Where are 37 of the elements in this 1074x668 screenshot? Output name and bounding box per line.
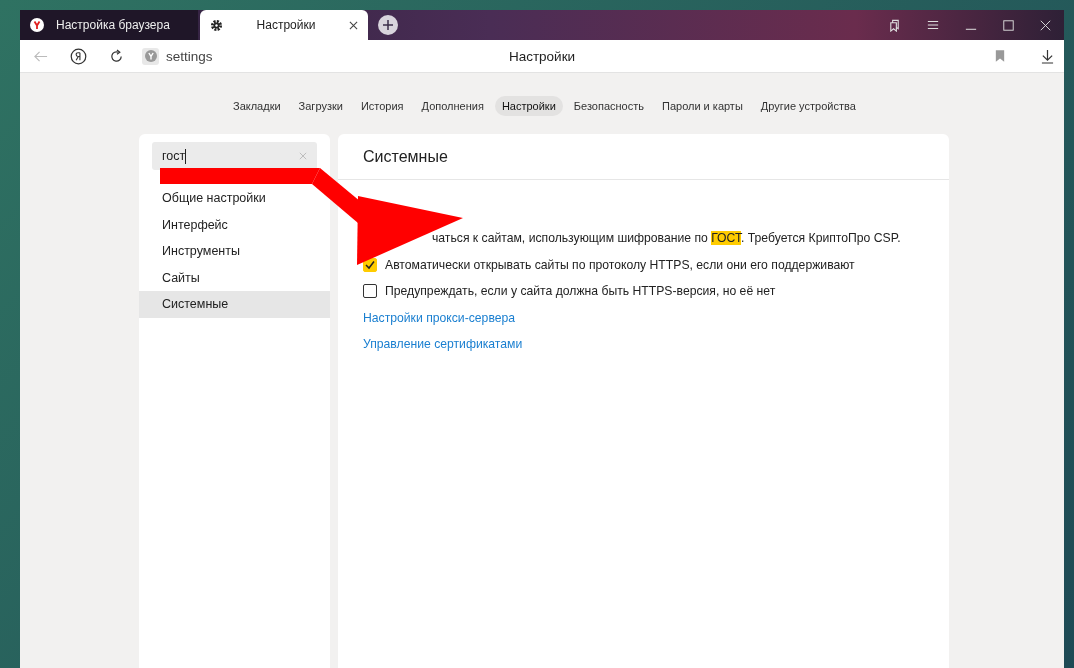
maximize-icon[interactable] [1003,19,1014,31]
close-tab-icon[interactable] [349,20,358,30]
browser-tab[interactable]: Настройки [200,10,368,40]
sidebar-item[interactable]: Интерфейс [139,211,330,238]
browser-home-icon[interactable] [70,47,87,65]
download-icon[interactable] [1041,48,1054,64]
nav-tab[interactable]: Другие устройства [753,96,863,116]
settings-link[interactable]: Управление сертификатами [363,331,523,358]
settings-link[interactable]: Настройки прокси-сервера [363,304,516,331]
browser-logo-icon [30,18,44,32]
browser-tab[interactable]: Настройка браузера [20,10,198,40]
close-icon[interactable] [1040,19,1051,31]
section-title: Системные [363,147,448,166]
nav-tab[interactable]: Пароли и карты [655,96,750,116]
option-label: Автоматически открывать сайты по протоколу HTTPS, если они его поддерживают [385,257,855,272]
nav-tab[interactable]: Безопасность [566,96,651,116]
site-badge[interactable] [142,47,159,65]
search-field[interactable]: гост [152,142,317,170]
new-tab-icon[interactable] [378,15,398,35]
bookmarks-icon[interactable] [888,18,901,32]
bookmark-icon[interactable] [995,50,1005,62]
nav-tab[interactable]: Загрузки [291,96,350,116]
address-field[interactable]: settings [166,48,213,64]
nav-tab[interactable]: Настройки [494,96,563,116]
page-title: Настройки [508,48,576,64]
option-label: Предупреждать, если у сайта должна быть HTTPS-версия, но её нет [385,284,776,299]
nav-tab[interactable]: История [353,96,411,116]
sidebar-item[interactable]: Общие настройки [139,185,330,212]
nav-tab[interactable]: Закладки [226,96,288,116]
checkbox[interactable] [363,284,377,299]
gear-icon [210,18,223,32]
sidebar-item[interactable]: Системные [139,291,330,318]
nav-tab[interactable]: Дополнения [414,96,491,116]
sidebar-item[interactable]: Сайты [139,264,330,291]
reload-icon[interactable] [109,48,124,64]
sidebar-item[interactable]: Инструменты [139,238,330,265]
menu-icon[interactable] [927,19,939,31]
